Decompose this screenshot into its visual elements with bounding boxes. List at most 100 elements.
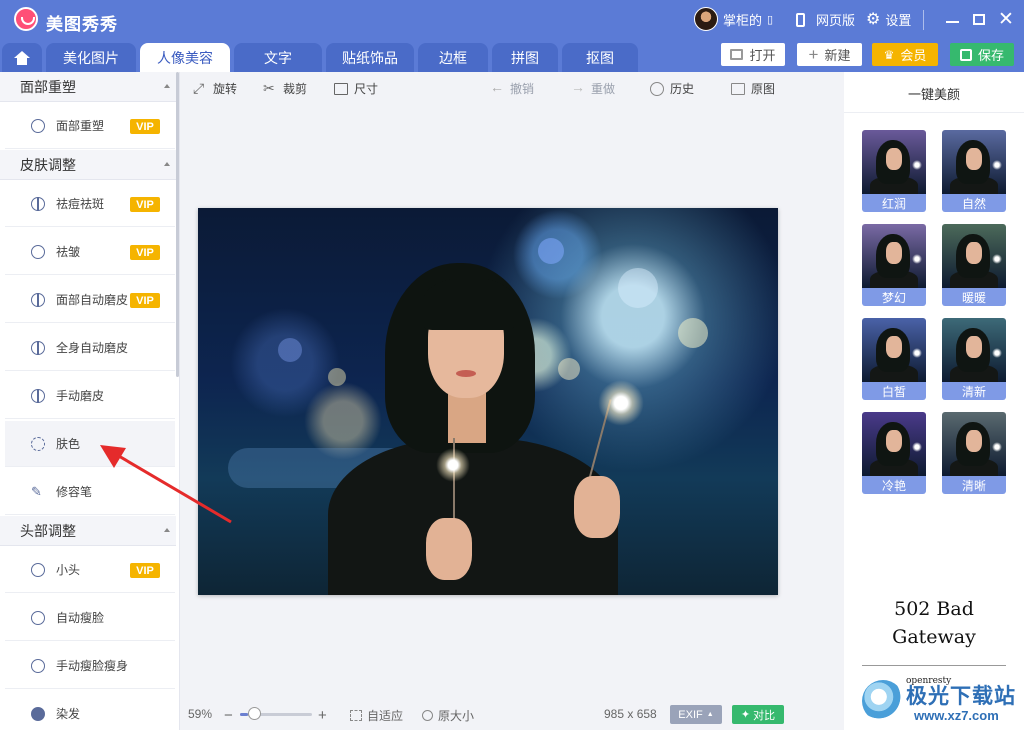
web-version-label: 网页版	[816, 13, 856, 28]
preset-preview-part	[966, 336, 982, 358]
close-button[interactable]: ✕	[995, 8, 1017, 30]
tool-small-head[interactable]: 小头 VIP	[5, 547, 175, 593]
tab-portrait[interactable]: 人像美容	[140, 43, 230, 72]
compare-button[interactable]: ✦ 对比	[732, 705, 784, 724]
preset-label: 冷艳	[862, 476, 926, 494]
vip-button[interactable]: ♛ 会员	[872, 43, 938, 66]
slim-face-icon	[31, 658, 45, 673]
preset-preview-part	[992, 160, 1002, 170]
rotate-button[interactable]: 旋转	[193, 80, 237, 97]
preset-label: 清晰	[942, 476, 1006, 494]
tool-label: 手动磨皮	[56, 389, 105, 403]
tab-collage[interactable]: 拼图	[492, 43, 558, 72]
caret-up-icon: ▲	[706, 711, 714, 718]
app-title: 美图秀秀	[46, 15, 118, 34]
avatar	[694, 7, 718, 31]
section-skin-adjust[interactable]: 皮肤调整	[0, 150, 176, 180]
tool-wrinkle-removal[interactable]: 祛皱 VIP	[5, 229, 175, 275]
maximize-button[interactable]	[968, 8, 990, 30]
original-button[interactable]: 原图	[731, 80, 775, 97]
redo-icon	[571, 79, 585, 96]
tool-face-auto-smooth[interactable]: 面部自动磨皮 VIP	[5, 277, 175, 323]
actual-size-button[interactable]: 原大小	[422, 707, 474, 724]
tool-label: 修容笔	[56, 485, 93, 499]
redo-button[interactable]: 重做	[571, 79, 615, 97]
crop-button[interactable]: 裁剪	[263, 80, 307, 97]
preset-preview-part	[886, 336, 902, 358]
open-label: 打开	[749, 48, 776, 63]
preset-thumbnail[interactable]: 冷艳	[862, 412, 926, 494]
portrait-lips	[456, 370, 476, 377]
minimize-button[interactable]	[941, 8, 963, 30]
preset-preview-part	[966, 148, 982, 170]
user-account[interactable]: 掌柜的 ▯	[694, 7, 773, 31]
rotate-label: 旋转	[213, 82, 238, 96]
preset-thumbnail[interactable]: 清晰	[942, 412, 1006, 494]
tool-label: 面部自动磨皮	[56, 293, 129, 307]
web-version-button[interactable]: 网页版	[796, 10, 855, 29]
preset-thumbnail[interactable]: 清新	[942, 318, 1006, 400]
preset-thumbnail[interactable]: 白皙	[862, 318, 926, 400]
fit-button[interactable]: 自适应	[350, 707, 403, 724]
exif-button[interactable]: EXIF ▲	[670, 705, 722, 724]
vip-label: 会员	[900, 48, 927, 63]
sparkler	[598, 380, 644, 426]
preset-preview-part	[912, 442, 922, 452]
bokeh	[618, 268, 658, 308]
history-label: 历史	[670, 82, 695, 96]
zoom-out-button[interactable]: −	[224, 707, 233, 724]
open-button[interactable]: 打开	[721, 43, 785, 66]
edited-photo[interactable]	[198, 208, 778, 595]
home-tab[interactable]	[2, 43, 42, 72]
crown-icon: ♛	[883, 47, 895, 62]
vip-badge: VIP	[130, 293, 160, 308]
tab-beautify[interactable]: 美化图片	[46, 43, 136, 72]
portrait-hand	[574, 476, 620, 538]
undo-label: 撤销	[510, 82, 535, 96]
rotate-icon	[193, 80, 207, 97]
size-button[interactable]: 尺寸	[334, 80, 378, 97]
tool-label: 肤色	[56, 437, 81, 451]
tool-face-reshape[interactable]: 面部重塑 VIP	[5, 103, 175, 149]
home-icon	[14, 51, 30, 65]
compare-label: 对比	[753, 709, 776, 722]
save-button[interactable]: 保存	[950, 43, 1014, 66]
sparkler	[436, 448, 470, 482]
bokeh	[678, 318, 708, 348]
preset-preview-part	[912, 160, 922, 170]
preset-preview	[942, 130, 1006, 196]
undo-button[interactable]: 撤销	[490, 79, 535, 97]
zoom-in-button[interactable]: +	[318, 707, 327, 724]
tool-acne-removal[interactable]: 祛痘祛斑 VIP	[5, 181, 175, 227]
tool-manual-slim[interactable]: 手动瘦脸瘦身	[5, 643, 175, 689]
settings-button[interactable]: ⚙ 设置	[866, 10, 911, 29]
history-button[interactable]: 历史	[650, 80, 694, 97]
section-title: 头部调整	[20, 522, 76, 539]
exif-label: EXIF	[678, 708, 703, 721]
zoom-handle[interactable]	[248, 707, 261, 720]
tab-text[interactable]: 文字	[234, 43, 322, 72]
vip-badge: VIP	[130, 245, 160, 260]
tool-body-auto-smooth[interactable]: 全身自动磨皮	[5, 325, 175, 371]
tool-auto-slim-face[interactable]: 自动瘦脸	[5, 595, 175, 641]
smile-icon	[31, 244, 45, 259]
tool-manual-smooth[interactable]: 手动磨皮	[5, 373, 175, 419]
vip-badge: VIP	[130, 119, 160, 134]
tab-cutout[interactable]: 抠图	[562, 43, 638, 72]
preset-thumbnail[interactable]: 梦幻	[862, 224, 926, 306]
preset-thumbnail[interactable]: 暖暖	[942, 224, 1006, 306]
tool-hair-dye[interactable]: 染发	[5, 691, 175, 730]
preset-thumbnail[interactable]: 红润	[862, 130, 926, 212]
tab-stickers[interactable]: 贴纸饰品	[326, 43, 414, 72]
fit-label: 自适应	[367, 709, 404, 723]
tool-label: 祛皱	[56, 245, 81, 259]
tab-frames[interactable]: 边框	[418, 43, 488, 72]
divider	[923, 10, 924, 30]
preset-thumbnail[interactable]: 自然	[942, 130, 1006, 212]
new-button[interactable]: + 新建	[797, 43, 862, 66]
clock-icon	[650, 81, 664, 96]
watermark-logo-icon	[862, 680, 904, 722]
sidebar-scrollbar[interactable]	[176, 72, 179, 377]
section-face-reshape[interactable]: 面部重塑	[0, 72, 176, 102]
gear-icon: ⚙	[866, 10, 881, 28]
